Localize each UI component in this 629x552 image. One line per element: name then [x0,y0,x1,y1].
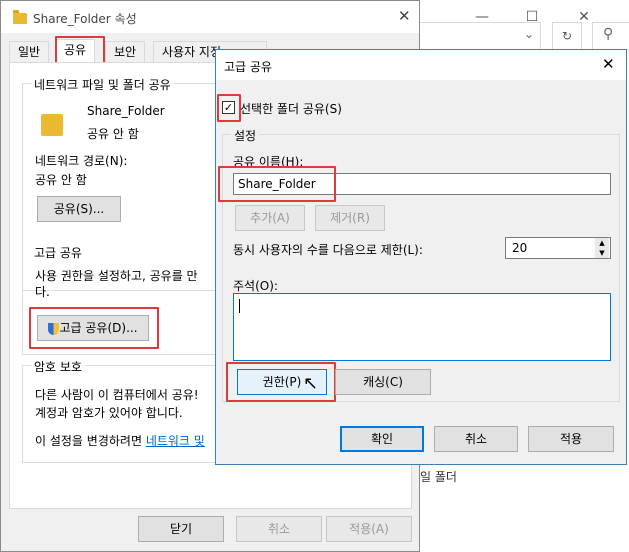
tab-security[interactable]: 보안 [105,41,146,63]
highlight-box [29,307,159,349]
user-limit-stepper[interactable]: 20 ▲ ▼ [505,237,611,259]
network-settings-link[interactable]: 네트워크 및 [146,434,205,448]
group-title: 암호 보호 [31,358,85,375]
folder-status: 공유 안 함 [87,127,139,141]
cancel-button[interactable]: 취소 [236,516,322,542]
group-title: 네트워크 파일 및 폴더 공유 [31,76,174,93]
password-description: 다른 사람이 이 컴퓨터에서 공유! [35,388,199,402]
spin-up-icon[interactable]: ▲ [595,238,609,248]
group-title: 설정 [231,127,260,144]
password-change-text: 이 설정을 변경하려면 네트워크 및 [35,432,205,449]
share-folder-label: 선택한 폴더 공유(S) [240,102,342,116]
spin-down-icon[interactable]: ▼ [595,248,609,258]
group-title: 고급 공유 [31,244,85,261]
folder-name: Share_Folder [87,104,165,118]
window-title: Share_Folder 속성 [33,12,137,26]
chevron-down-icon[interactable]: ⌄ [524,27,534,41]
apply-button[interactable]: 적용 [528,426,614,452]
ok-button[interactable]: 확인 [340,426,424,452]
mouse-cursor-icon: ↖ [303,373,319,394]
caching-button[interactable]: 캐싱(C) [335,369,431,395]
dialog-title: 고급 공유 [224,60,272,74]
explorer-item-label: 일 폴더 [420,470,457,484]
settings-group: 설정 공유 이름(H): Share_Folder 추가(A) 제거(R) 동시… [218,127,620,402]
highlight-box [217,94,241,122]
highlight-box [226,362,336,402]
search-icon: ⚲ [603,26,614,42]
network-path-value: 공유 안 함 [35,173,87,187]
tab-general[interactable]: 일반 [9,41,50,63]
folder-icon [13,10,27,24]
close-button[interactable]: 닫기 [138,516,224,542]
cancel-button[interactable]: 취소 [434,426,518,452]
dialog-title-bar: 고급 공유 ✕ [216,50,626,80]
text-cursor [239,299,240,313]
comment-textarea[interactable] [233,293,611,361]
add-button[interactable]: 추가(A) [235,205,305,231]
address-bar[interactable]: ⌄ [420,22,541,50]
network-path-label: 네트워크 경로(N): [35,154,128,168]
folder-icon [41,114,63,136]
password-description-cont: 계정과 암호가 있어야 합니다. [35,406,183,420]
advanced-sharing-dialog: 고급 공유 ✕ ✓ 선택한 폴더 공유(S) 설정 공유 이름(H): Shar… [215,49,627,465]
advanced-description: 사용 권한을 설정하고, 공유를 만 [35,269,198,283]
comment-label: 주석(O): [233,279,278,293]
advanced-description-cont: 다. [35,285,50,299]
refresh-icon[interactable]: ↻ [552,22,582,50]
search-box[interactable]: ⚲ [592,22,629,50]
close-icon[interactable]: ✕ [398,7,411,25]
apply-button[interactable]: 적용(A) [326,516,412,542]
close-icon[interactable]: ✕ [602,55,615,73]
highlight-box [218,166,336,202]
user-limit-label: 동시 사용자의 수를 다음으로 제한(L): [233,243,423,257]
share-button[interactable]: 공유(S)... [37,196,121,222]
user-limit-value: 20 [512,241,528,255]
remove-button[interactable]: 제거(R) [315,205,385,231]
password-change-prefix: 이 설정을 변경하려면 [35,434,146,448]
title-bar: Share_Folder 속성 ✕ [1,1,419,33]
